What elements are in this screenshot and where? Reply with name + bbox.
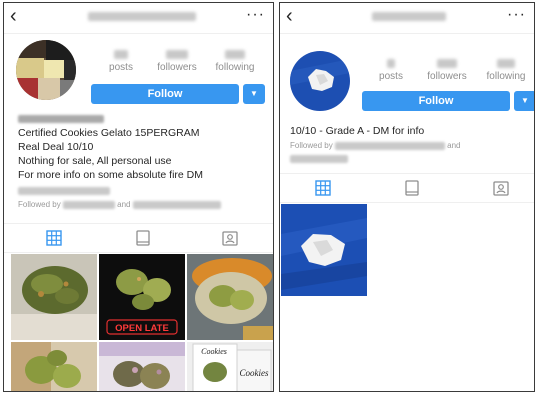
followed-by-prefix: Followed by <box>18 200 61 209</box>
username-redacted <box>372 12 446 21</box>
tagged-icon[interactable] <box>222 230 238 246</box>
followers-label: followers <box>427 71 467 82</box>
post-thumbnail[interactable]: Cookies Cookies <box>187 342 273 391</box>
profile-tabs <box>4 223 273 253</box>
post-thumbnail[interactable]: OPEN LATE <box>99 254 185 340</box>
profile-tabs <box>280 173 534 203</box>
post-thumbnail[interactable] <box>11 254 97 340</box>
suggested-dropdown-button[interactable]: ▼ <box>514 91 534 111</box>
avatar[interactable] <box>16 40 76 100</box>
post-thumbnail[interactable] <box>281 204 367 296</box>
bag-brand-text: Cookies <box>201 347 227 356</box>
post-thumbnail[interactable] <box>99 342 185 391</box>
chevron-left-icon[interactable]: ‹ <box>10 5 17 27</box>
following-count-redacted <box>497 59 515 68</box>
bio-line: 10/10 - Grade A - DM for info <box>290 125 425 137</box>
bio-line: Nothing for sale, All personal use <box>18 155 172 167</box>
bag-brand-text: Cookies <box>240 368 269 378</box>
grid-icon[interactable] <box>315 180 331 196</box>
stat-followers[interactable]: followers <box>147 50 207 73</box>
followed-by-and: and <box>447 141 461 150</box>
grid-icon[interactable] <box>46 230 62 246</box>
stat-following[interactable]: following <box>476 59 534 82</box>
right-profile-screen: ‹ ··· posts followers following Follow ▼… <box>279 2 535 392</box>
followers-count-redacted <box>166 50 188 59</box>
following-count-redacted <box>225 50 245 59</box>
followed-by[interactable]: Followed by and <box>290 141 461 150</box>
top-bar: ‹ ··· <box>280 3 534 34</box>
ellipsis-icon[interactable]: ··· <box>246 4 265 26</box>
chevron-left-icon[interactable]: ‹ <box>286 5 293 27</box>
display-name-redacted <box>18 115 104 123</box>
post-thumbnail[interactable] <box>11 342 97 391</box>
followers-count-redacted <box>437 59 457 68</box>
feed-icon[interactable] <box>135 230 151 246</box>
posts-label: posts <box>109 62 133 73</box>
follower-name-redacted <box>290 155 348 163</box>
follow-button[interactable]: Follow <box>362 91 510 111</box>
follower-name-redacted <box>334 141 445 150</box>
bio-line: Real Deal 10/10 <box>18 141 94 153</box>
avatar[interactable] <box>290 51 350 111</box>
followed-by[interactable]: Followed by and <box>18 200 221 209</box>
bio-line: Certified Cookies Gelato 15PERGRAM <box>18 127 200 139</box>
top-bar: ‹ ··· <box>4 3 273 34</box>
stat-posts[interactable]: posts <box>91 50 151 73</box>
ellipsis-icon[interactable]: ··· <box>507 4 526 26</box>
follow-button[interactable]: Follow <box>91 84 239 104</box>
post-thumbnail[interactable] <box>187 254 273 340</box>
location-redacted <box>18 187 110 195</box>
following-label: following <box>215 62 255 73</box>
left-profile-screen: ‹ ··· posts followers following Follow ▼… <box>3 2 274 392</box>
posts-count-redacted <box>387 59 395 68</box>
posts-label: posts <box>379 71 403 82</box>
tagged-icon[interactable] <box>493 180 509 196</box>
followers-label: followers <box>157 62 197 73</box>
followed-by-and: and <box>117 200 131 209</box>
follower-name-redacted <box>62 200 115 209</box>
username-redacted <box>88 12 196 21</box>
stat-followers[interactable]: followers <box>417 59 477 82</box>
posts-count-redacted <box>114 50 128 59</box>
followed-by-prefix: Followed by <box>290 141 333 150</box>
suggested-dropdown-button[interactable]: ▼ <box>243 84 265 104</box>
stat-following[interactable]: following <box>205 50 265 73</box>
feed-icon[interactable] <box>404 180 420 196</box>
following-label: following <box>486 71 526 82</box>
bio-line: For more info on some absolute fire DM <box>18 169 203 181</box>
open-late-sign-text: OPEN LATE <box>115 323 169 334</box>
follower-name-redacted <box>132 200 221 209</box>
stat-posts[interactable]: posts <box>361 59 421 82</box>
